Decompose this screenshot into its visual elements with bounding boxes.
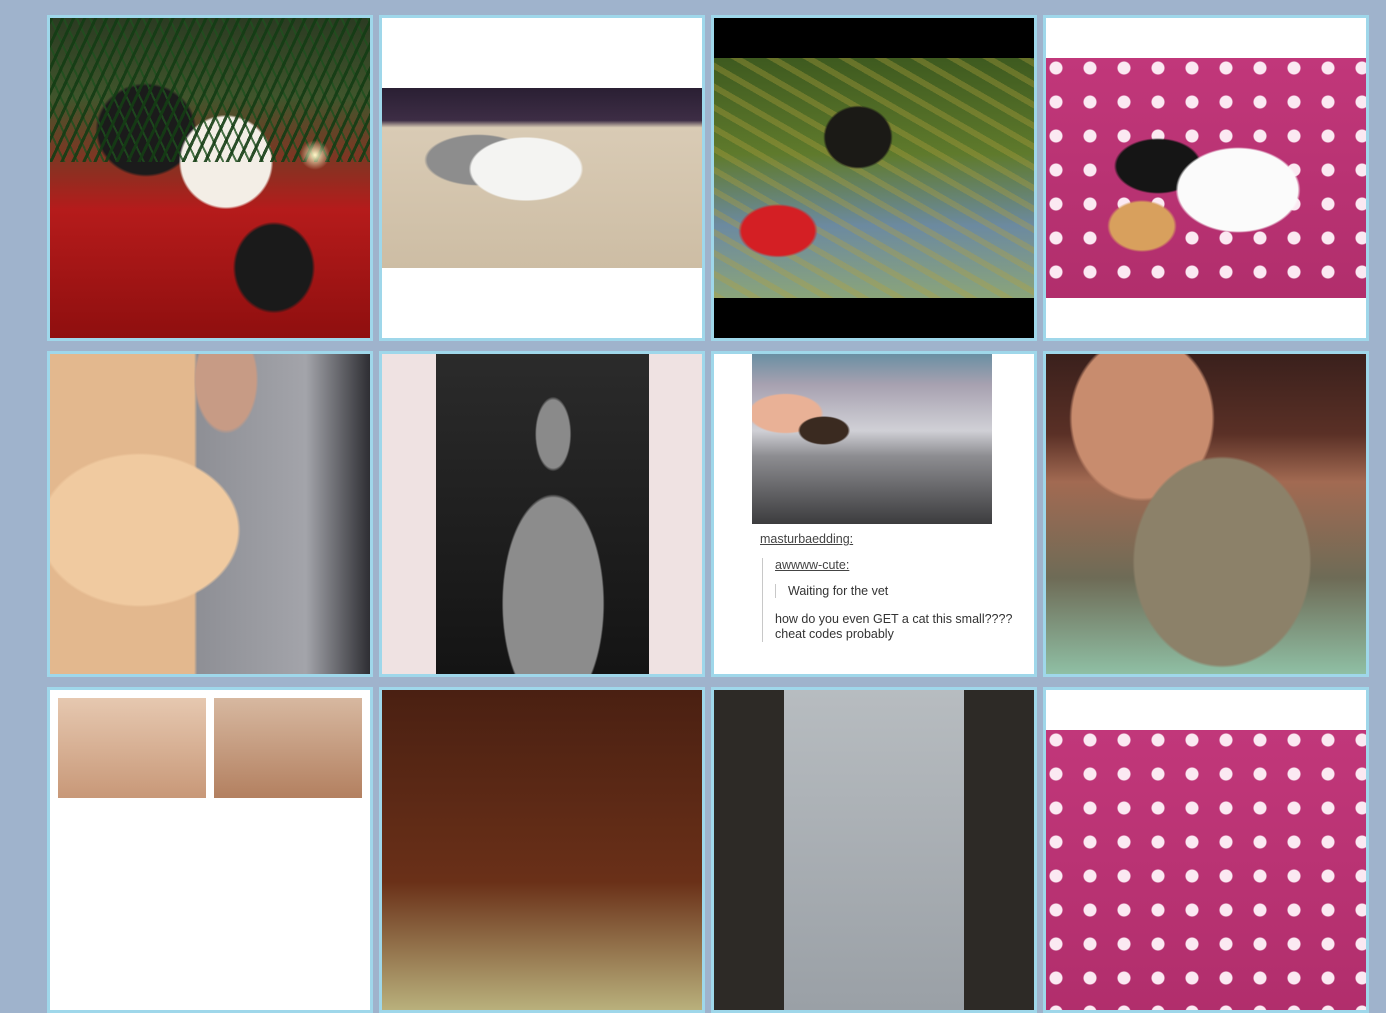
photo-letterbox [714,298,1034,338]
post-tile[interactable] [47,351,373,677]
polka-dot-blanket-photo [1046,730,1366,1010]
post-tile[interactable] [47,687,373,1013]
tree-light [299,139,330,170]
photo-letterbox [1046,18,1366,58]
gray-cat-closeup-photo [784,690,964,1010]
tiny-kitten-on-finger-photo [752,354,992,524]
wood-table-photo [382,690,702,1010]
post-username[interactable]: masturbaedding: [760,532,1020,546]
photo-letterbox [1046,690,1366,730]
post-tile[interactable] [379,15,705,341]
text-post-body: masturbaedding: awwww-cute: Waiting for … [760,532,1020,642]
ginger-cat-selfie-photo [50,354,370,674]
tiny-kitten-and-soda-can-photo [714,58,1034,298]
photo-letterbox [1046,298,1366,338]
post-tile[interactable] [1043,687,1369,1013]
post-tile[interactable] [1043,351,1369,677]
post-tile[interactable] [711,15,1037,341]
photo-letterbox [714,18,1034,58]
post-tile[interactable] [1043,15,1369,341]
post-grid: masturbaedding: awwww-cute: Waiting for … [47,15,1370,1013]
post-tile[interactable] [379,687,705,1013]
fluffy-sleeping-cat-photo [1046,354,1366,674]
reply-text: how do you even GET a cat this small????… [775,612,1013,641]
photo-letterbox [382,18,702,88]
post-tile[interactable] [379,351,705,677]
portrait-photo-right [214,698,362,798]
quoted-text: Waiting for the vet [788,584,889,598]
post-tile[interactable] [47,15,373,341]
portrait-photo-left [58,698,206,798]
post-tile[interactable] [711,687,1037,1013]
sleeping-gray-cat-photo [382,88,702,268]
quoted-username[interactable]: awwww-cute: [775,558,1020,572]
blockquote: awwww-cute: Waiting for the vet how do y… [762,558,1020,642]
calico-kitten-on-polka-dot-photo [1046,58,1366,298]
tree-needles [50,18,370,162]
nested-quote: Waiting for the vet [775,584,1020,598]
post-tile[interactable]: masturbaedding: awwww-cute: Waiting for … [711,351,1037,677]
woman-in-cat-sweater-photo [436,354,649,674]
